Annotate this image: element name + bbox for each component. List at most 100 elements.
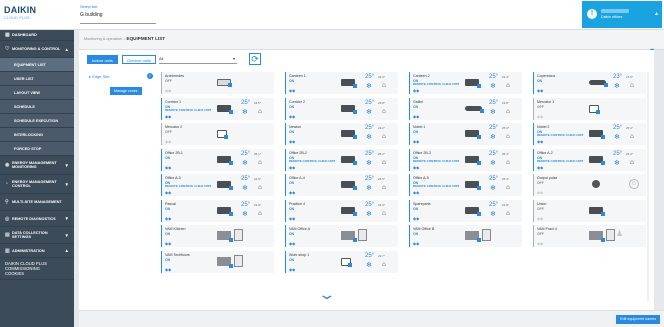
fan-speed-icon: ◆◆ bbox=[289, 139, 296, 144]
admin-icon: ▥ bbox=[5, 247, 10, 254]
sidebar-item-interlocking[interactable]: INTERLOCKING bbox=[0, 128, 74, 142]
sidebar-item-label: EQUIPMENT LIST bbox=[14, 62, 46, 67]
indoor-unit-icon bbox=[589, 206, 605, 216]
unit-card[interactable]: Nobel 1 ON ◆◆ 25° 25.3° ❄ ⌂ bbox=[409, 123, 522, 145]
cooling-mode-icon: ❄ bbox=[366, 159, 372, 167]
sidebar-item-energy-management-control[interactable]: ◔ ENERGY MANAGEMENT CONTROL ▼ bbox=[0, 175, 74, 194]
scrollbar[interactable] bbox=[647, 72, 649, 302]
unit-card[interactable]: Practice 4 ON ◆◆ 25° 24.9° ❄ ⌂ bbox=[285, 199, 398, 222]
sidebar-item-label: MONITORING & CONTROL bbox=[12, 47, 61, 51]
unit-name: VAM Kitchen bbox=[165, 227, 186, 231]
sidebar-item-label: DAIKIN CLOUD PLUS COMMISSIONING COOKIES bbox=[5, 261, 47, 276]
user-menu[interactable]: ! Daikin offices ▲ bbox=[582, 1, 662, 28]
sidebar-item-administration[interactable]: ▥ ADMINISTRATION ▲ bbox=[0, 244, 74, 258]
unit-card[interactable]: Office A-5 ON REMOTE CONTROL CHILD UNIT ◆◆ 2… bbox=[409, 174, 522, 196]
unit-card[interactable]: Archimedes OFF ◆◆ bbox=[161, 72, 274, 94]
unit-tag-icon bbox=[480, 108, 484, 113]
unit-name: Office A-3 bbox=[165, 176, 181, 180]
sidebar-item-forced-stop[interactable]: FORCED STOP bbox=[0, 142, 74, 156]
indoor-units-tab[interactable]: Indoor units bbox=[87, 55, 118, 64]
edit-equipment-names-button[interactable]: Edit equipment names bbox=[616, 315, 660, 324]
manage-zones-button[interactable]: Manage zones bbox=[110, 87, 142, 95]
setpoint-temperature: 25° bbox=[365, 150, 375, 157]
setpoint-temperature: 25° bbox=[489, 74, 499, 80]
sidebar-item-equipment-list[interactable]: EQUIPMENT LIST bbox=[0, 58, 74, 72]
fan-speed-icon: ◆◆ bbox=[537, 113, 544, 119]
zone-item[interactable]: ▸ Edge Site ✓ bbox=[87, 72, 155, 81]
unit-card[interactable]: Union OFF ◆◆ bbox=[533, 199, 646, 222]
unit-card[interactable]: Corridor 2 ON ◆◆ 25° 25.8° ❄ ⌂ bbox=[285, 97, 398, 120]
breadcrumb-parent[interactable]: Monitoring & operation bbox=[84, 37, 122, 41]
unit-card[interactable]: Newton ON ◆◆ 25° 24.2° ❄ ⌂ bbox=[285, 123, 398, 145]
sidebar-item-monitoring-control[interactable]: ♡ MONITORING & CONTROL ▲ bbox=[0, 41, 74, 58]
sidebar-item-energy-management-monitoring[interactable]: ◉ ENERGY MANAGEMENT MONITORING ▼ bbox=[0, 156, 74, 175]
sidebar-item-schedule[interactable]: SCHEDULE bbox=[0, 100, 74, 114]
fan-speed-icon: ◆◆ bbox=[413, 215, 420, 221]
fan-speed-icon: ◆◆ bbox=[165, 190, 172, 195]
room-temperature: 24.9° bbox=[378, 202, 386, 207]
vam-detail-icon bbox=[358, 229, 367, 241]
unit-card[interactable]: Pascal ON ◆◆ 25° 23.9° ❄ ⌂ bbox=[161, 199, 274, 222]
unit-card[interactable]: VAM Kitchen ON ◆◆ bbox=[161, 225, 274, 247]
unit-card[interactable]: Office A-4 ON ◆◆ 25° 25.5° ❄ ⌂ bbox=[285, 174, 398, 196]
unit-card[interactable]: Nobel 2 ON REMOTE CONTROL CHILD UNIT ◆◆ 25° 2… bbox=[533, 123, 646, 145]
daikin-logo[interactable]: DAIKIN CLOUD PLUS bbox=[4, 5, 44, 25]
unit-card[interactable]: Office 2B-1 ON ◆◆ 25° 25.1° ❄ ⌂ bbox=[161, 148, 274, 171]
setpoint-temperature: 25° bbox=[241, 99, 251, 106]
unit-card[interactable]: Canteen 1 ON ◆◆ 25° 22.3° ❄ ⌂ bbox=[285, 72, 398, 94]
unit-card[interactable]: VAM Office B ON ◆◆ bbox=[409, 225, 522, 247]
unit-card[interactable]: Spareparts ON ◆◆ 25° 24.8° ❄ ⌂ bbox=[409, 199, 522, 222]
unit-card[interactable]: Corridor 1 ON REMOTE CONTROL CHILD UNIT ◆◆ 2… bbox=[161, 97, 274, 120]
unit-tag-icon bbox=[477, 135, 481, 139]
setpoint-temperature: 25° bbox=[489, 176, 499, 182]
home-icon: ⌂ bbox=[630, 133, 634, 140]
sidebar-item-user-list[interactable]: USER LIST bbox=[0, 72, 74, 86]
unit-card[interactable]: Office A-3 ON REMOTE CONTROL CHILD UNIT ◆◆ 2… bbox=[161, 174, 274, 196]
site-selector[interactable]: Select site G building bbox=[80, 5, 156, 24]
unit-tag-icon bbox=[477, 160, 481, 165]
unit-filter-select[interactable]: All ▾ bbox=[159, 55, 237, 64]
home-icon: ⌂ bbox=[258, 158, 262, 166]
sidebar-item-label: SCHEDULE bbox=[14, 104, 35, 109]
unit-card[interactable]: Canteen 2 ON REMOTE CONTROL CHILD UNIT ◆◆ 25… bbox=[409, 72, 522, 94]
unit-card[interactable]: Galilei ON ◆◆ 25° 23.8° ❄ ⌂ bbox=[409, 97, 522, 120]
unit-card[interactable]: VAM Techfloors ON ◆◆ bbox=[161, 250, 274, 273]
unit-card[interactable]: Work shop 1 ON ◆◆ 25° 22.7° ❄ ⌂ bbox=[285, 250, 398, 273]
sidebar-item-multi-site-management[interactable]: ⚲ MULTI-SITE MANAGEMENT bbox=[0, 194, 74, 211]
energy-control-icon: ◔ bbox=[5, 181, 9, 187]
refresh-button[interactable]: ⟳ bbox=[249, 53, 261, 65]
unit-card[interactable]: Office 2B-2 ON REMOTE CONTROL CHILD UNIT ◆◆… bbox=[285, 148, 398, 171]
sidebar-item-remote-diagnostics[interactable]: ◎ REMOTE DIAGNOSTICS ▼ bbox=[0, 211, 74, 227]
unit-tag-icon bbox=[229, 211, 233, 216]
fan-speed-icon: ◆◆ bbox=[413, 164, 420, 170]
sidebar-item-daikin-cloud-plus-commissioning-cookies[interactable]: DAIKIN CLOUD PLUS COMMISSIONING COOKIES bbox=[0, 258, 74, 280]
power-icon[interactable]: ⏻ bbox=[629, 179, 639, 189]
home-icon: ⌂ bbox=[506, 82, 510, 89]
sidebar-item-layout-view[interactable]: LAYOUT VIEW bbox=[0, 86, 74, 100]
unit-card[interactable]: Mercator 1 OFF ◆◆ bbox=[533, 97, 646, 120]
sidebar-item-schedule-execution[interactable]: SCHEDULE EXECUTION bbox=[0, 114, 74, 128]
unit-card[interactable]: VAM Office A ON ◆◆ bbox=[285, 225, 398, 247]
scroll-down-chevron-icon[interactable]: ⌄ bbox=[317, 286, 336, 303]
fan-speed-icon: ◆◆ bbox=[537, 164, 544, 170]
remote-control-label: REMOTE CONTROL CHILD UNIT bbox=[537, 133, 584, 137]
sidebar-item-data-collection-settings[interactable]: ▤ DATA COLLECTION SETTINGS ▼ bbox=[0, 227, 74, 244]
outdoor-units-tab[interactable]: Outdoor units bbox=[122, 55, 157, 64]
unit-card[interactable]: Office 2B-3 ON REMOTE CONTROL CHILD UNIT ◆◆… bbox=[409, 148, 522, 171]
unit-card[interactable]: VAM Pract 4 OFF ◆◆ ♟ bbox=[533, 225, 646, 247]
room-temperature: 24.9° bbox=[254, 177, 262, 181]
setpoint-temperature: 25° bbox=[365, 201, 375, 208]
unit-status: ON bbox=[289, 206, 295, 211]
sidebar-item-dashboard[interactable]: ▦ DASHBOARD bbox=[0, 30, 74, 41]
indoor-unit-icon bbox=[341, 257, 352, 267]
unit-card[interactable]: Mercator 2 OFF ◆◆ bbox=[161, 123, 274, 145]
unit-card[interactable]: Copernicus ON ◆◆ 23° 27.5° ❄ ⌂ bbox=[533, 72, 646, 94]
unit-status: OFF bbox=[537, 104, 544, 109]
unit-card[interactable]: Output pulse OFF ◆◆ ⏻ bbox=[533, 174, 646, 196]
check-icon[interactable]: ✓ bbox=[147, 73, 153, 79]
room-temperature: 23.9° bbox=[254, 202, 262, 207]
chevron-up-icon: ▲ bbox=[654, 11, 659, 17]
unit-card[interactable]: Office A-2 ON REMOTE CONTROL CHILD UNIT ◆◆ 2… bbox=[533, 148, 646, 171]
vam-unit-icon bbox=[341, 231, 357, 242]
room-temperature: 25.3° bbox=[502, 177, 510, 181]
